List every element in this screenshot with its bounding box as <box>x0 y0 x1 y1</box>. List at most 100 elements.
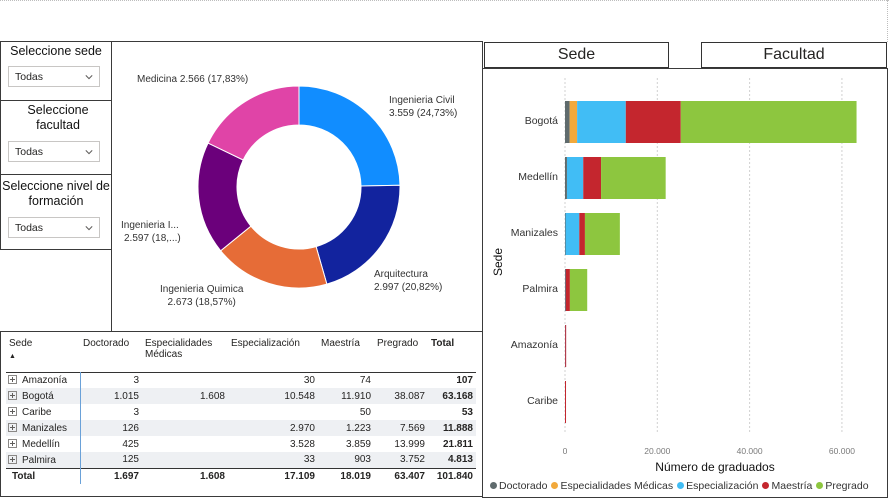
row-label: Amazonía <box>22 375 68 387</box>
bar-segment[interactable] <box>565 157 567 199</box>
bar-segment[interactable] <box>680 101 857 143</box>
legend-item[interactable]: Especialidades Médicas <box>551 480 673 492</box>
donut-label-medicina: Medicina 2.566 (17,83%) <box>137 73 248 86</box>
table-cell: 125 <box>80 452 142 468</box>
donut-label-value: 2.566 (17,83%) <box>179 74 249 85</box>
bar-segment[interactable] <box>584 213 620 255</box>
bar-segment[interactable] <box>565 213 580 255</box>
row-header[interactable]: Manizales <box>6 420 81 436</box>
legend-dot-icon <box>551 482 559 489</box>
y-tick-label: Caribe <box>527 395 558 407</box>
bar-segment[interactable] <box>583 157 602 199</box>
bar-segment[interactable] <box>569 269 588 311</box>
donut-slice-4[interactable] <box>207 85 300 161</box>
expand-plus-icon[interactable] <box>8 423 17 432</box>
table-cell <box>142 452 228 468</box>
graduates-matrix-table: Sede ▲ Doctorado Especialidades Médicas E… <box>6 336 476 484</box>
legend-item[interactable]: Pregrado <box>816 480 869 492</box>
y-tick-label: Manizales <box>510 227 558 239</box>
slicer-facultad-dropdown[interactable]: Todas <box>8 141 100 162</box>
y-tick-label: Bogotá <box>524 115 558 127</box>
bar-segment[interactable] <box>565 269 570 311</box>
bar-segment[interactable] <box>579 213 585 255</box>
legend-item[interactable]: Maestría <box>762 480 812 492</box>
row-header[interactable]: Palmira <box>6 452 81 468</box>
legend-dot-icon <box>816 482 824 489</box>
slicer-sede-dropdown[interactable]: Todas <box>8 66 100 87</box>
donut-slice-0[interactable] <box>298 85 401 187</box>
slicer-nivel-dropdown[interactable]: Todas <box>8 217 100 238</box>
slicer-nivel-title: Seleccione nivel de formación <box>2 179 110 208</box>
bar-segment[interactable] <box>569 101 578 143</box>
table-cell: 1.608 <box>142 467 228 484</box>
table-cell: 13.999 <box>394 438 425 450</box>
bar-segment[interactable] <box>601 157 666 199</box>
table-cell: 63.168 <box>428 388 476 404</box>
table-cell: 3 <box>133 374 139 386</box>
y-tick-label: Medellín <box>518 171 558 183</box>
table-cell: 425 <box>122 438 139 450</box>
table-cell: 74 <box>359 374 371 386</box>
row-header[interactable]: Caribe <box>6 404 81 420</box>
column-header-total[interactable]: Total <box>428 336 476 372</box>
donut-label-value: 2.597 (18,...) <box>124 233 181 244</box>
table-cell: 63.407 <box>374 467 428 484</box>
bar-segment[interactable] <box>565 381 567 423</box>
expand-plus-icon[interactable] <box>8 439 17 448</box>
column-header-especialidades-medicas[interactable]: Especialidades Médicas <box>142 336 228 372</box>
bar-segment[interactable] <box>565 325 567 367</box>
row-label: Bogotá <box>22 391 54 402</box>
bar-segment[interactable] <box>566 157 584 199</box>
bar-segment[interactable] <box>625 101 681 143</box>
column-header-sede[interactable]: Sede ▲ <box>6 336 80 372</box>
header-label: Sede <box>9 338 33 349</box>
row-header[interactable]: Medellín <box>6 436 81 452</box>
column-header-maestria[interactable]: Maestría <box>318 336 374 372</box>
expand-plus-icon[interactable] <box>8 375 17 385</box>
table-cell: 4.813 <box>428 452 476 468</box>
x-axis-title: Número de graduados <box>655 460 775 474</box>
expand-plus-icon[interactable] <box>8 454 17 464</box>
y-tick-label: Amazonía <box>510 339 558 351</box>
legend-item[interactable]: Doctorado <box>490 480 547 492</box>
table-cell: 101.840 <box>428 467 476 484</box>
column-header-especializacion[interactable]: Especialización <box>228 336 318 372</box>
donut-label-ingenieria-i: Ingenieria I... 2.597 (18,...) <box>121 219 181 245</box>
legend-label: Maestría <box>771 480 813 492</box>
x-tick-label: 60.000 <box>829 446 855 456</box>
table-cell: 10.548 <box>228 388 318 404</box>
table-cell: 107 <box>456 374 473 386</box>
table-row: Palmira 125 33 903 3.752 4.813 <box>6 452 476 468</box>
donut-label-arquitectura: Arquitectura 2.997 (20,82%) <box>374 268 442 294</box>
legend-item[interactable]: Especialización <box>677 480 758 492</box>
table-cell: 30 <box>303 374 315 386</box>
table-cell: 126 <box>80 420 142 436</box>
table-cell <box>142 372 228 388</box>
sede-button[interactable]: Sede <box>484 42 669 68</box>
row-label: Caribe <box>22 407 52 418</box>
bar-segment[interactable] <box>565 101 570 143</box>
sort-ascending-icon: ▲ <box>9 353 16 360</box>
column-header-pregrado[interactable]: Pregrado <box>374 336 428 372</box>
table-cell: 11.910 <box>318 388 374 404</box>
expand-plus-icon[interactable] <box>8 407 17 416</box>
table-row: Manizales 126 2.970 1.223 7.569 11.888 <box>6 420 476 436</box>
x-tick-label: 20.000 <box>644 446 670 456</box>
slicer-facultad-title: Seleccione facultad <box>27 103 89 132</box>
row-header[interactable]: Bogotá <box>6 388 81 404</box>
facultad-button[interactable]: Facultad <box>701 42 887 68</box>
bar-segment[interactable] <box>577 101 626 143</box>
legend-dot-icon <box>762 482 770 489</box>
slicer-facultad-value: Todas <box>15 146 44 158</box>
table-cell: 1.697 <box>80 467 142 484</box>
table-cell <box>142 420 228 436</box>
table-cell: 3.752 <box>374 452 428 468</box>
table-cell: 1.015 <box>80 388 142 404</box>
row-header[interactable]: Amazonía <box>6 372 81 388</box>
y-tick-label: Palmira <box>522 283 558 295</box>
legend-label: Pregrado <box>825 480 869 492</box>
column-header-doctorado[interactable]: Doctorado <box>80 336 142 372</box>
donut-label-name: Ingenieria Quimica <box>160 284 244 295</box>
donut-label-ingenieria-quimica: Ingenieria Quimica 2.673 (18,57%) <box>160 283 243 309</box>
expand-plus-icon[interactable] <box>8 391 17 400</box>
